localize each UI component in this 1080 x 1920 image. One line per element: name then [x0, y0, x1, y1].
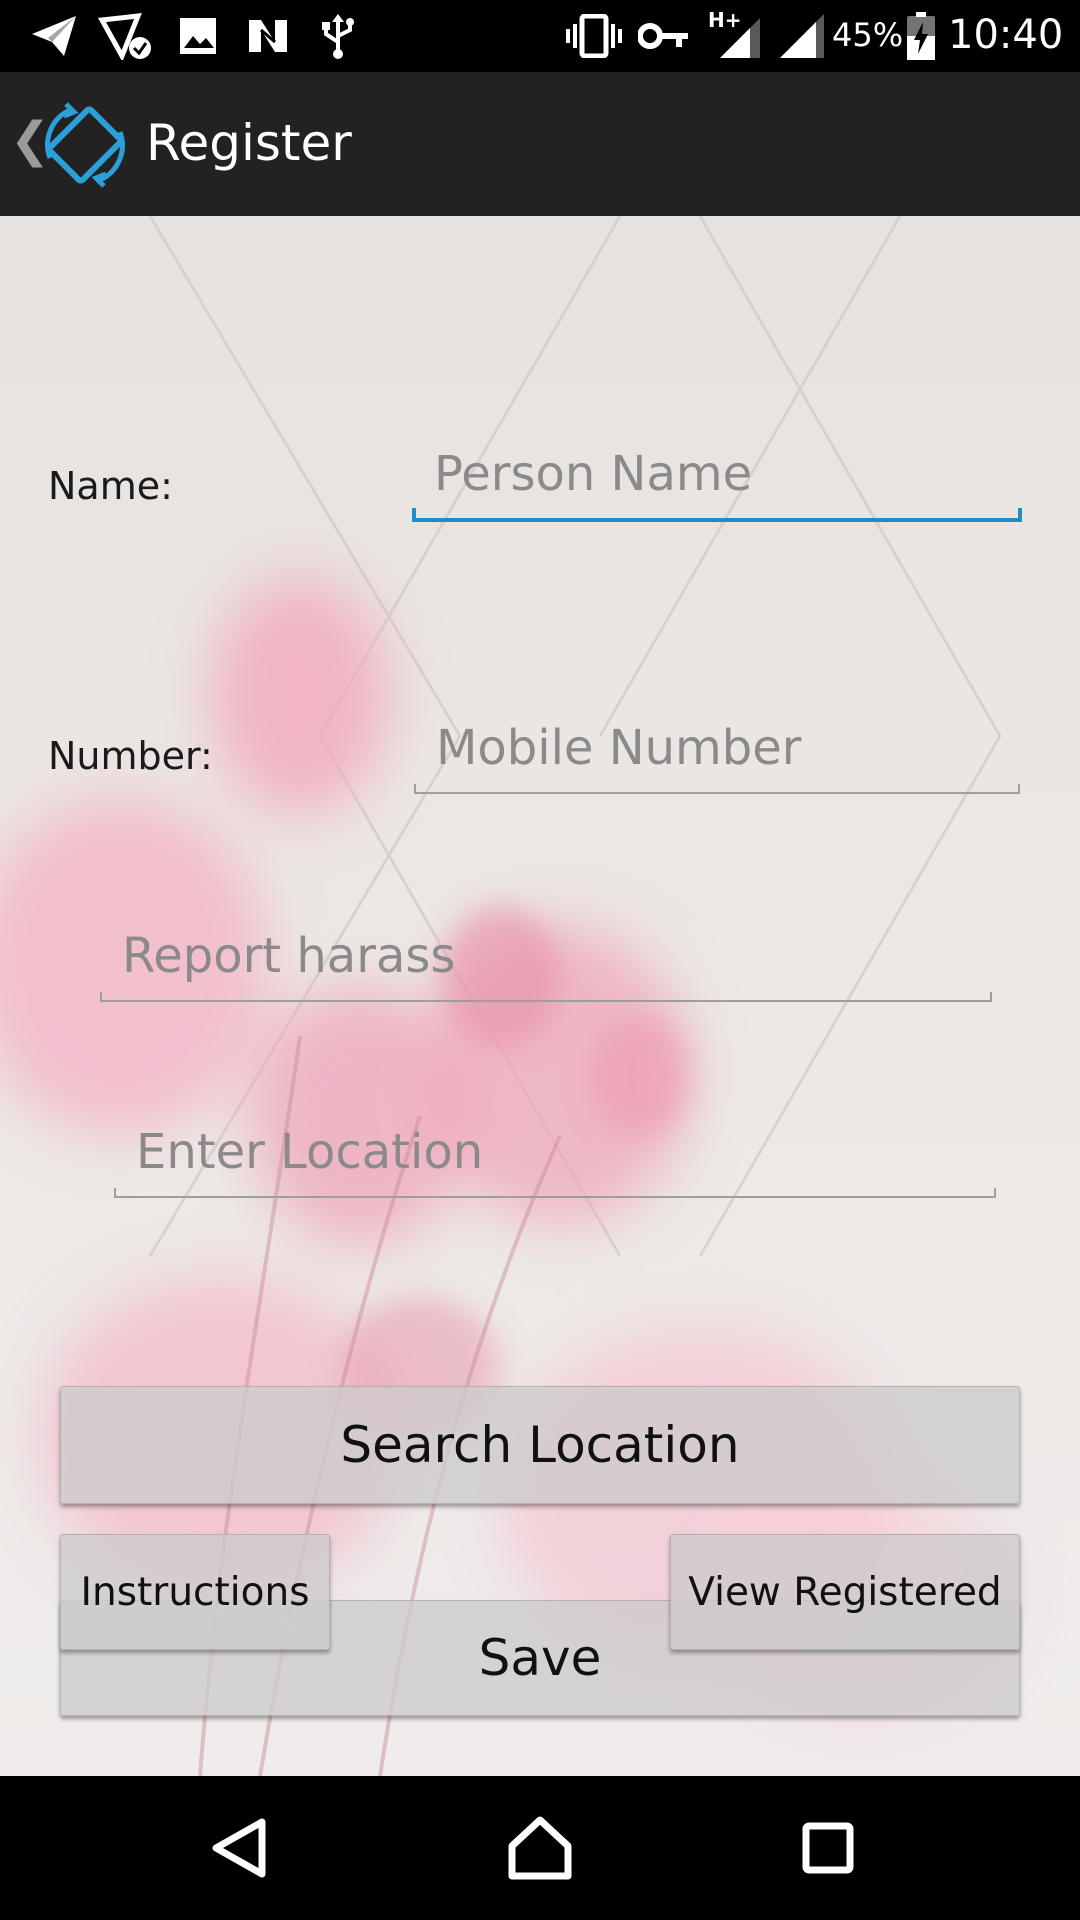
field-cap-left [100, 992, 102, 1002]
battery-percent: 45% [832, 16, 904, 54]
field-cap-right [1018, 784, 1020, 794]
vibrate-icon [566, 12, 622, 60]
field-cap-left [114, 1188, 116, 1198]
search-location-button[interactable]: Search Location [60, 1386, 1020, 1504]
navigation-bar [0, 1776, 1080, 1920]
battery-charging-icon [906, 12, 936, 60]
back-triangle-icon[interactable] [206, 1812, 278, 1884]
field-cap-right [1018, 508, 1022, 522]
screen-rotation-icon[interactable] [40, 100, 130, 190]
instructions-button[interactable]: Instructions [60, 1534, 330, 1650]
recents-square-icon[interactable] [792, 1812, 864, 1884]
enter-location-input[interactable] [134, 1116, 932, 1188]
mobile-number-input[interactable] [434, 712, 984, 784]
app-bar: ❮ Register [0, 72, 1080, 216]
status-time: 10:40 [948, 12, 1064, 58]
image-icon [176, 12, 220, 60]
page-title: Register [146, 114, 352, 172]
register-form: Name: Number: Search Location Save Instr… [0, 216, 1080, 1776]
field-cap-right [990, 992, 992, 1002]
usb-icon [318, 12, 358, 60]
network-type-label: H+ [708, 8, 742, 32]
n-icon [244, 12, 292, 60]
home-icon[interactable] [504, 1812, 576, 1884]
field-cap-right [994, 1188, 996, 1198]
signal-icon [774, 12, 830, 60]
field-cap-left [412, 508, 416, 522]
location-check-icon [98, 12, 154, 60]
person-name-field[interactable] [412, 438, 1022, 522]
key-icon [638, 12, 690, 60]
view-registered-button[interactable]: View Registered [670, 1534, 1020, 1650]
report-harass-input[interactable] [120, 920, 927, 992]
name-label: Name: [48, 464, 173, 508]
enter-location-field[interactable] [114, 1116, 996, 1198]
number-label: Number: [48, 734, 213, 778]
mobile-number-field[interactable] [414, 712, 1020, 794]
send-icon [28, 12, 80, 60]
person-name-input[interactable] [432, 438, 985, 510]
status-bar: H+ 45% 10:40 [0, 0, 1080, 72]
report-harass-field[interactable] [100, 920, 992, 1002]
field-cap-left [414, 784, 416, 794]
